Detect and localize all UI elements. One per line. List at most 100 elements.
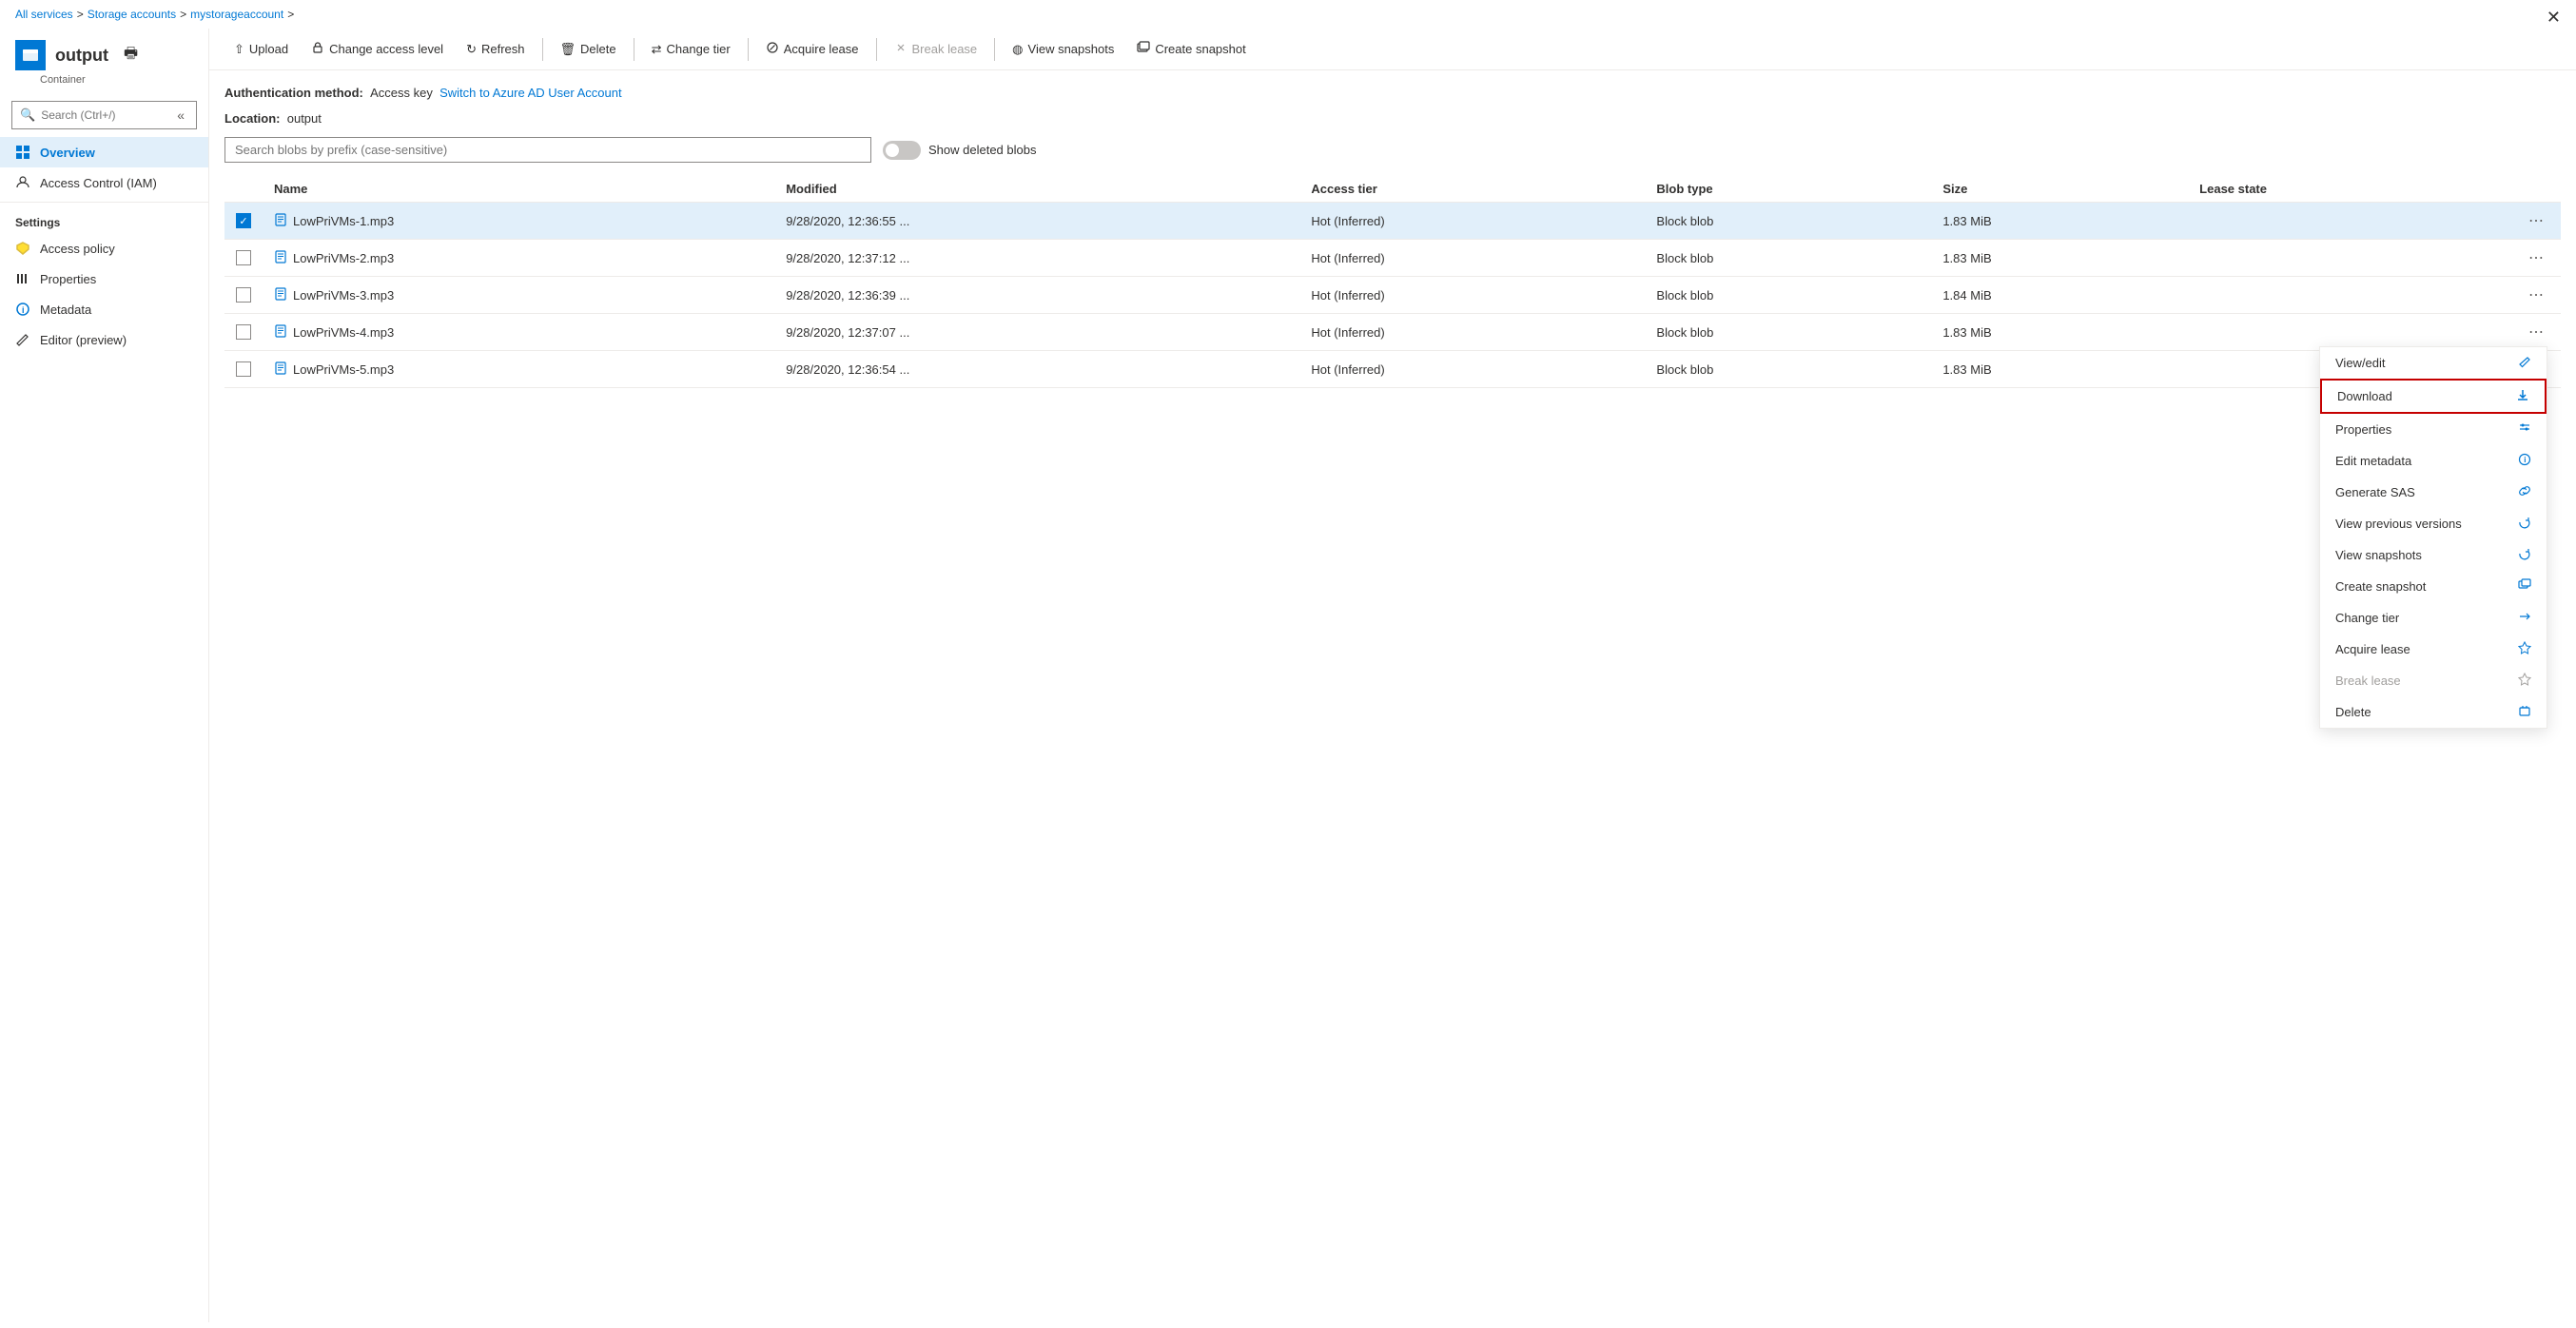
breadcrumb-storage-account[interactable]: mystorageaccount — [190, 8, 283, 21]
context-menu-item-label-view-previous-versions: View previous versions — [2335, 517, 2462, 531]
search-input[interactable] — [41, 108, 167, 122]
refresh-button[interactable]: ↻ Refresh — [457, 37, 534, 62]
context-menu-item-generate-sas[interactable]: Generate SAS — [2320, 477, 2547, 508]
view-snapshots-icon: ◍ — [1012, 42, 1023, 57]
sidebar-item-metadata[interactable]: i Metadata — [0, 294, 208, 324]
change-tier-button[interactable]: ⇄ Change tier — [642, 37, 740, 62]
th-lease-state[interactable]: Lease state — [2188, 176, 2511, 203]
breadcrumb-all-services[interactable]: All services — [15, 8, 73, 21]
row-name: LowPriVMs-4.mp3 — [263, 314, 774, 351]
delete-button[interactable]: 🗑 Delete — [551, 37, 626, 62]
row-checkbox-cell[interactable] — [224, 314, 263, 351]
context-menu-item-view-snapshots[interactable]: View snapshots — [2320, 539, 2547, 571]
breadcrumb: All services > Storage accounts > mystor… — [0, 0, 2576, 29]
context-menu-item-label-generate-sas: Generate SAS — [2335, 485, 2415, 499]
context-menu-item-create-snapshot[interactable]: Create snapshot — [2320, 571, 2547, 602]
break-lease-button[interactable]: Break lease — [885, 36, 987, 62]
main-content: ⇧ Upload Change access level ↻ Refresh 🗑… — [209, 29, 2576, 1322]
sidebar-item-properties[interactable]: Properties — [0, 264, 208, 294]
sidebar-item-access-policy[interactable]: Access policy — [0, 233, 208, 264]
context-menu-item-label-view-edit: View/edit — [2335, 356, 2386, 370]
overview-icon — [15, 145, 30, 160]
th-modified[interactable]: Modified — [774, 176, 1299, 203]
svg-text:i: i — [22, 305, 25, 315]
switch-auth-link[interactable]: Switch to Azure AD User Account — [439, 86, 621, 100]
sidebar-item-iam[interactable]: Access Control (IAM) — [0, 167, 208, 198]
file-icon — [274, 287, 287, 303]
file-icon — [274, 250, 287, 266]
breadcrumb-storage-accounts[interactable]: Storage accounts — [88, 8, 176, 21]
search-box[interactable]: 🔍 « — [11, 101, 197, 129]
metadata-icon: i — [15, 302, 30, 317]
row-modified: 9/28/2020, 12:36:55 ... — [774, 203, 1299, 240]
row-checkbox-cell[interactable] — [224, 277, 263, 314]
context-menu-item-change-tier[interactable]: Change tier — [2320, 602, 2547, 634]
context-menu-item-view-edit[interactable]: View/edit — [2320, 347, 2547, 379]
row-checkbox-cell[interactable] — [224, 351, 263, 388]
close-button[interactable]: ✕ — [2547, 8, 2561, 28]
row-checkbox[interactable] — [236, 213, 251, 228]
toolbar-sep-4 — [876, 38, 877, 61]
row-blob-type: Block blob — [1645, 277, 1931, 314]
access-policy-icon — [15, 241, 30, 256]
file-icon — [274, 361, 287, 378]
auth-location: Location: output — [224, 111, 2561, 126]
upload-button[interactable]: ⇧ Upload — [224, 37, 298, 62]
toolbar-sep-5 — [994, 38, 995, 61]
row-blob-type: Block blob — [1645, 314, 1931, 351]
th-blob-type[interactable]: Blob type — [1645, 176, 1931, 203]
context-menu-item-download[interactable]: Download — [2320, 379, 2547, 414]
context-menu-item-delete[interactable]: Delete — [2320, 696, 2547, 728]
sidebar-item-overview[interactable]: Overview — [0, 137, 208, 167]
print-icon[interactable]: 🖶 — [124, 43, 138, 68]
context-menu-item-properties[interactable]: Properties — [2320, 414, 2547, 445]
blob-search-row: Show deleted blobs — [224, 137, 2561, 163]
context-menu-item-label-download: Download — [2337, 389, 2392, 403]
row-checkbox-cell[interactable] — [224, 240, 263, 277]
sidebar-item-editor[interactable]: Editor (preview) — [0, 324, 208, 355]
th-access-tier[interactable]: Access tier — [1299, 176, 1645, 203]
context-menu-icon-generate-sas — [2518, 484, 2531, 500]
context-menu-item-view-previous-versions[interactable]: View previous versions — [2320, 508, 2547, 539]
collapse-icon[interactable]: « — [173, 106, 188, 125]
row-more-button[interactable]: ⋯ — [2523, 246, 2549, 269]
context-menu-item-acquire-lease[interactable]: Acquire lease — [2320, 634, 2547, 665]
show-deleted-toggle[interactable] — [883, 141, 921, 160]
blob-search-input[interactable] — [224, 137, 871, 163]
context-menu-icon-break-lease — [2518, 673, 2531, 689]
row-more-cell[interactable]: ⋯ — [2511, 240, 2561, 277]
row-checkbox[interactable] — [236, 361, 251, 377]
row-more-button[interactable]: ⋯ — [2523, 321, 2549, 343]
row-lease-state — [2188, 240, 2511, 277]
th-size[interactable]: Size — [1931, 176, 2188, 203]
context-menu-icon-download — [2516, 388, 2529, 404]
row-more-button[interactable]: ⋯ — [2523, 283, 2549, 306]
container-name: output — [55, 46, 108, 66]
context-menu-icon-acquire-lease — [2518, 641, 2531, 657]
sidebar-item-editor-label: Editor (preview) — [40, 333, 127, 347]
row-access-tier: Hot (Inferred) — [1299, 351, 1645, 388]
auth-method-value: Access key — [370, 86, 433, 100]
change-access-label: Change access level — [329, 42, 443, 56]
context-menu-item-label-acquire-lease: Acquire lease — [2335, 642, 2410, 656]
row-lease-state — [2188, 314, 2511, 351]
acquire-icon — [766, 41, 779, 57]
context-menu-icon-view-previous-versions — [2518, 516, 2531, 532]
row-checkbox[interactable] — [236, 324, 251, 340]
row-more-cell[interactable]: ⋯ — [2511, 277, 2561, 314]
change-access-button[interactable]: Change access level — [302, 36, 453, 62]
row-more-cell[interactable]: ⋯ — [2511, 314, 2561, 351]
row-more-button[interactable]: ⋯ — [2523, 209, 2549, 232]
acquire-lease-button[interactable]: Acquire lease — [756, 36, 868, 62]
th-name[interactable]: Name — [263, 176, 774, 203]
context-menu-item-edit-metadata[interactable]: Edit metadata i — [2320, 445, 2547, 477]
row-checkbox-cell[interactable] — [224, 203, 263, 240]
row-checkbox[interactable] — [236, 287, 251, 303]
delete-label: Delete — [580, 42, 616, 56]
upload-icon: ⇧ — [234, 42, 244, 57]
create-snapshot-button[interactable]: Create snapshot — [1127, 36, 1255, 62]
view-snapshots-button[interactable]: ◍ View snapshots — [1003, 37, 1123, 62]
row-more-cell[interactable]: ⋯ — [2511, 203, 2561, 240]
table-row: LowPriVMs-3.mp3 9/28/2020, 12:36:39 ... … — [224, 277, 2561, 314]
row-checkbox[interactable] — [236, 250, 251, 265]
